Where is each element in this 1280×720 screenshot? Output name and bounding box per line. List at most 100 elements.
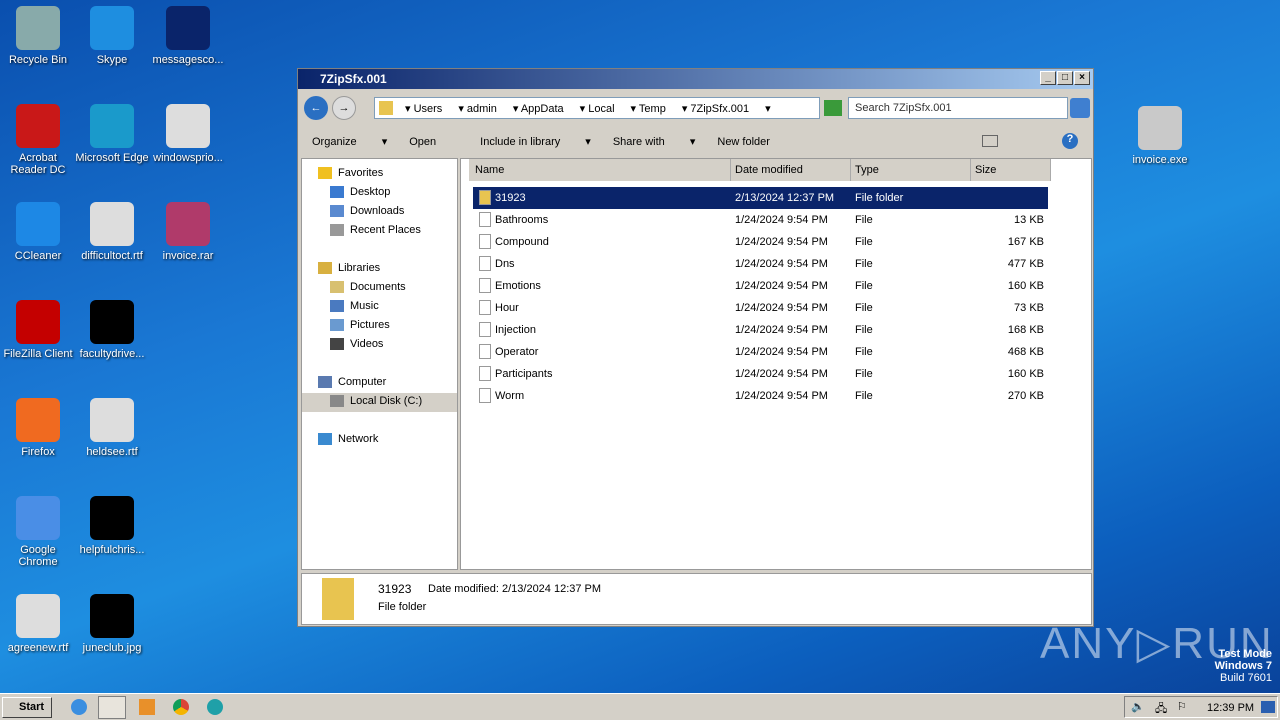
- media-player-icon[interactable]: [139, 699, 155, 715]
- nav-item-local-disk[interactable]: Local Disk (C:): [302, 393, 457, 412]
- table-row[interactable]: Worm 1/24/2024 9:54 PM File 270 KB: [473, 385, 1048, 407]
- file-type: File folder: [855, 192, 904, 204]
- desktop-icon[interactable]: Microsoft Edge: [74, 104, 150, 164]
- folder-icon: [379, 101, 393, 115]
- file-icon: [479, 300, 491, 315]
- maximize-button[interactable]: □: [1057, 71, 1073, 85]
- music-icon: [330, 300, 344, 313]
- search-icon[interactable]: [1070, 98, 1090, 118]
- file-size: 167 KB: [1007, 236, 1044, 248]
- nav-item-videos[interactable]: Videos: [330, 336, 383, 351]
- column-name[interactable]: Name: [469, 159, 731, 181]
- nav-item-downloads[interactable]: Downloads: [330, 203, 405, 218]
- desktop-icon[interactable]: invoice.rar: [150, 202, 226, 262]
- minimize-button[interactable]: _: [1040, 71, 1056, 85]
- toolbar-button[interactable]: Share with ▾: [613, 136, 696, 148]
- nav-item-libraries[interactable]: Libraries: [318, 260, 380, 275]
- table-row[interactable]: Participants 1/24/2024 9:54 PM File 160 …: [473, 363, 1048, 385]
- network-icon[interactable]: 🖧: [1155, 700, 1167, 719]
- nav-label: Downloads: [350, 205, 405, 217]
- column-type[interactable]: Type: [851, 159, 971, 181]
- volume-icon[interactable]: 🔈: [1131, 700, 1145, 713]
- breadcrumb[interactable]: ▾ Users ▾ admin ▾ AppData ▾ Local ▾ Temp ▾ 7Z…: [374, 97, 820, 119]
- desktop-icon-label: facultydrive...: [79, 348, 145, 360]
- nav-item-recent-places[interactable]: Recent Places: [330, 222, 421, 237]
- app-icon: [16, 496, 60, 540]
- table-row[interactable]: Dns 1/24/2024 9:54 PM File 477 KB: [473, 253, 1048, 275]
- table-row[interactable]: 31923 2/13/2024 12:37 PM File folder: [473, 187, 1048, 209]
- help-icon[interactable]: ?: [1062, 133, 1078, 149]
- breadcrumb-item[interactable]: ▾ Temp: [631, 103, 674, 115]
- desktop-icon[interactable]: Recycle Bin: [0, 6, 76, 66]
- table-row[interactable]: Injection 1/24/2024 9:54 PM File 168 KB: [473, 319, 1048, 341]
- column-size[interactable]: Size: [971, 159, 1051, 181]
- edge-icon[interactable]: [207, 699, 223, 715]
- table-row[interactable]: Bathrooms 1/24/2024 9:54 PM File 13 KB: [473, 209, 1048, 231]
- toolbar-button[interactable]: Organize ▾: [312, 136, 387, 148]
- nav-item-desktop[interactable]: Desktop: [330, 184, 390, 199]
- desktop-icon[interactable]: facultydrive...: [74, 300, 150, 360]
- view-options-button[interactable]: [982, 135, 998, 147]
- toolbar-button[interactable]: Open: [409, 136, 458, 148]
- refresh-button[interactable]: [824, 100, 842, 116]
- desktop-icon[interactable]: CCleaner: [0, 202, 76, 262]
- desktop-icon[interactable]: juneclub.jpg: [74, 594, 150, 654]
- breadcrumb-item[interactable]: ▾ AppData: [513, 103, 572, 115]
- desktop-icon[interactable]: windowsprio...: [150, 104, 226, 164]
- file-name: Participants: [495, 368, 553, 380]
- desktop-icon[interactable]: agreenew.rtf: [0, 594, 76, 654]
- desktop-icon[interactable]: FileZilla Client: [0, 300, 76, 360]
- desktop-icon[interactable]: Skype: [74, 6, 150, 66]
- desktop-icon[interactable]: heldsee.rtf: [74, 398, 150, 458]
- forward-button[interactable]: →: [332, 96, 356, 120]
- breadcrumb-item[interactable]: ▾ Local: [580, 103, 623, 115]
- nav-item-favorites[interactable]: Favorites: [318, 165, 383, 180]
- chevron-down-icon[interactable]: ▾: [765, 103, 771, 115]
- file-size: 168 KB: [1007, 324, 1044, 336]
- explorer-taskbar-icon[interactable]: [98, 696, 126, 719]
- breadcrumb-item[interactable]: ▾ admin: [458, 103, 505, 115]
- file-name: Injection: [495, 324, 536, 336]
- table-row[interactable]: Emotions 1/24/2024 9:54 PM File 160 KB: [473, 275, 1048, 297]
- desktop-icon[interactable]: Google Chrome: [0, 496, 76, 568]
- desktop-icon-label: CCleaner: [14, 250, 62, 262]
- file-date: 1/24/2024 9:54 PM: [735, 368, 828, 380]
- chrome-icon[interactable]: [173, 699, 189, 715]
- nav-item-documents[interactable]: Documents: [330, 279, 406, 294]
- clock[interactable]: 12:39 PM: [1207, 702, 1254, 714]
- recent-places-icon: [330, 224, 344, 237]
- desktop-icon-invoice-exe[interactable]: invoice.exe: [1122, 106, 1198, 166]
- desktop-icon-label: heldsee.rtf: [86, 446, 138, 458]
- file-type: File: [855, 236, 873, 248]
- ie-icon[interactable]: [71, 699, 87, 715]
- app-icon: [90, 300, 134, 344]
- table-row[interactable]: Compound 1/24/2024 9:54 PM File 167 KB: [473, 231, 1048, 253]
- nav-item-computer[interactable]: Computer: [318, 374, 387, 389]
- details-name: 31923: [378, 582, 412, 596]
- title-bar[interactable]: 7ZipSfx.001 _ □ ×: [298, 69, 1093, 89]
- table-row[interactable]: Hour 1/24/2024 9:54 PM File 73 KB: [473, 297, 1048, 319]
- desktop-icon[interactable]: Acrobat Reader DC: [0, 104, 76, 176]
- column-date[interactable]: Date modified: [731, 159, 851, 181]
- breadcrumb-item[interactable]: ▾ 7ZipSfx.001: [682, 103, 757, 115]
- desktop-icon[interactable]: messagesco...: [150, 6, 226, 66]
- nav-item-network[interactable]: Network: [318, 431, 378, 446]
- nav-item-music[interactable]: Music: [330, 298, 379, 313]
- flag-icon[interactable]: ⚐: [1177, 700, 1187, 713]
- back-button[interactable]: ←: [304, 96, 328, 120]
- toolbar-button[interactable]: New folder: [717, 136, 792, 148]
- details-type: File folder: [378, 601, 427, 613]
- nav-label: Computer: [338, 376, 387, 388]
- desktop-icon[interactable]: difficultoct.rtf: [74, 202, 150, 262]
- close-button[interactable]: ×: [1074, 71, 1090, 85]
- file-icon: [479, 322, 491, 337]
- toolbar-button[interactable]: Include in library ▾: [480, 136, 591, 148]
- desktop-icon[interactable]: helpfulchris...: [74, 496, 150, 556]
- breadcrumb-item[interactable]: ▾ Users: [405, 103, 450, 115]
- nav-item-pictures[interactable]: Pictures: [330, 317, 390, 332]
- table-row[interactable]: Operator 1/24/2024 9:54 PM File 468 KB: [473, 341, 1048, 363]
- show-desktop-button[interactable]: [1261, 701, 1275, 713]
- desktop-icon[interactable]: Firefox: [0, 398, 76, 458]
- search-input[interactable]: Search 7ZipSfx.001: [848, 97, 1068, 119]
- start-button[interactable]: Start: [2, 697, 52, 718]
